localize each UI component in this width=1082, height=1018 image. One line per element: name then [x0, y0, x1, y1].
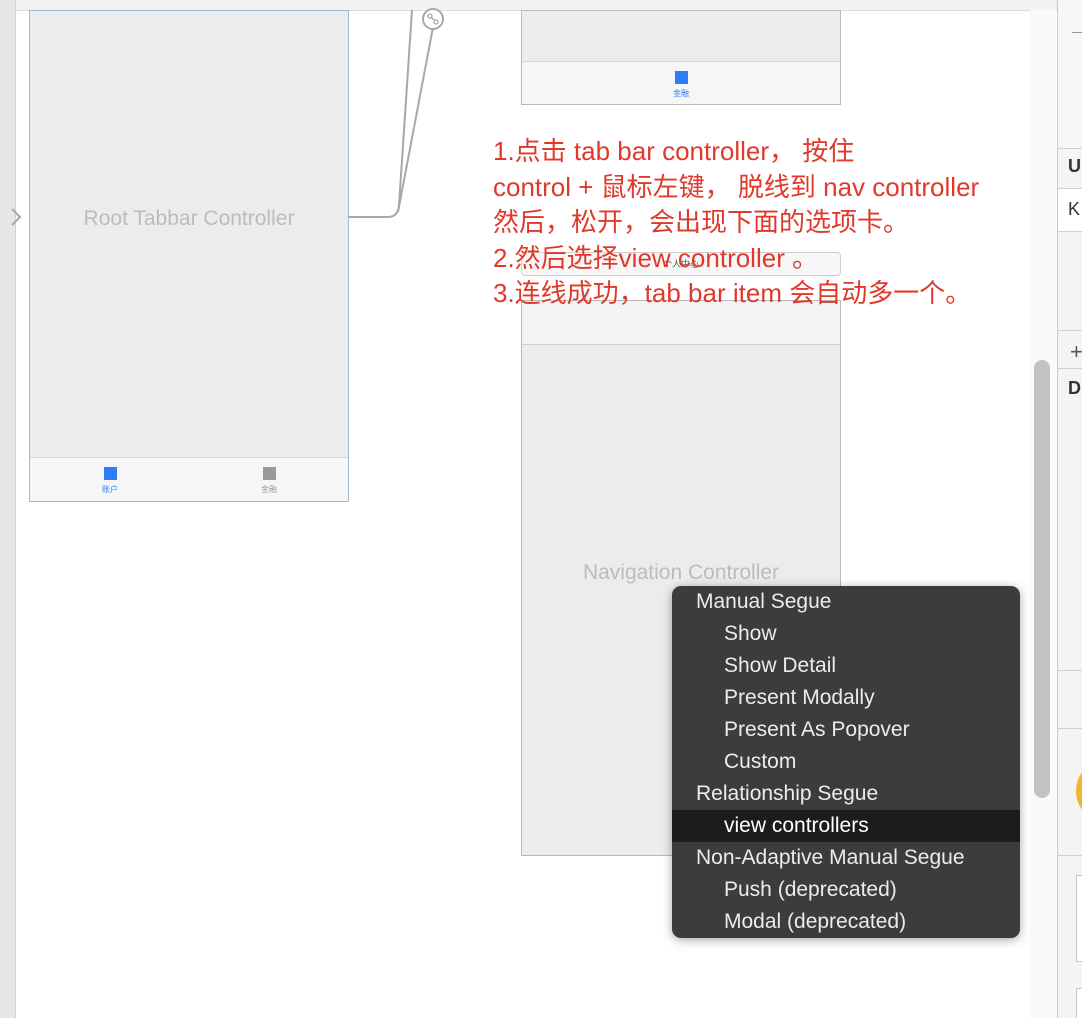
- divider: [1058, 330, 1082, 331]
- inspector-panel: U K + D: [1057, 0, 1082, 1018]
- menu-item-present-as-popover[interactable]: Present As Popover: [672, 714, 1020, 746]
- divider: [1058, 670, 1082, 671]
- divider: [1058, 148, 1082, 149]
- menu-header-non-adaptive-manual-segue: Non-Adaptive Manual Segue: [696, 846, 965, 869]
- segue-menu: Manual Segue Show Show Detail Present Mo…: [672, 586, 1020, 938]
- tab-item-account[interactable]: 账户: [80, 467, 140, 495]
- object-library-icon[interactable]: [1076, 765, 1082, 817]
- root-tabbar-scene[interactable]: Root Tabbar Controller 账户 金融: [29, 10, 349, 502]
- tab-bar: 金融: [522, 61, 840, 104]
- tab-bar: 账户 金融: [30, 457, 348, 501]
- divider: [1058, 728, 1082, 729]
- menu-item-custom[interactable]: Custom: [672, 746, 1020, 778]
- square-icon: [674, 71, 688, 84]
- menu-item-modal-deprecated[interactable]: Modal (deprecated): [672, 906, 1020, 938]
- segue-line-second: [397, 21, 435, 213]
- inspector-label: D: [1068, 378, 1081, 398]
- annotation-line: 2.然后选择view controller 。: [493, 242, 819, 273]
- finance-scene[interactable]: 金融: [521, 10, 841, 105]
- annotation-line: control + 鼠标左键， 脱线到 nav controller: [493, 171, 980, 202]
- library-item[interactable]: [1076, 875, 1082, 962]
- divider: [1058, 368, 1082, 369]
- entry-arrow-icon: [11, 208, 22, 226]
- menu-item-view-controllers[interactable]: view controllers: [672, 810, 1020, 842]
- menu-header-manual-segue: Manual Segue: [696, 590, 832, 613]
- inspector-label: U: [1068, 156, 1081, 176]
- annotation: 1.点击 tab bar controller， 按住 control + 鼠标…: [493, 134, 979, 312]
- inspector-dash: [1072, 32, 1082, 33]
- tab-label: 金融: [673, 89, 689, 98]
- menu-header-relationship-segue: Relationship Segue: [696, 782, 879, 805]
- annotation-line: 3.连线成功，tab bar item 会自动多一个。: [493, 278, 972, 308]
- square-icon: [262, 467, 276, 480]
- divider: [1058, 855, 1082, 856]
- tab-item-finance[interactable]: 金融: [651, 71, 711, 99]
- tab-label: 金融: [261, 485, 277, 494]
- inspector-field[interactable]: K: [1058, 188, 1082, 232]
- inspector-field-value: K: [1068, 199, 1081, 219]
- menu-item-show-detail[interactable]: Show Detail: [672, 650, 1020, 682]
- menu-item-present-modally[interactable]: Present Modally: [672, 682, 1020, 714]
- menu-item-show[interactable]: Show: [672, 618, 1020, 650]
- scene-title: Root Tabbar Controller: [83, 207, 295, 230]
- annotation-line: 1.点击 tab bar controller， 按住: [493, 136, 855, 166]
- library-item[interactable]: [1076, 988, 1082, 1018]
- inspector-top-band: [1058, 0, 1082, 148]
- tab-item-finance[interactable]: 金融: [239, 467, 299, 495]
- annotation-line: 然后，松开，会出现下面的选项卡。: [493, 207, 910, 237]
- square-icon: [103, 467, 117, 480]
- scrollbar-thumb[interactable]: [1034, 360, 1050, 798]
- segue-relationship-icon[interactable]: [422, 8, 444, 30]
- menu-item-push-deprecated[interactable]: Push (deprecated): [672, 874, 1020, 906]
- plus-icon[interactable]: +: [1070, 341, 1082, 363]
- link-icon: [427, 13, 439, 25]
- tab-label: 账户: [102, 485, 118, 494]
- scene-title: Navigation Controller: [582, 561, 780, 584]
